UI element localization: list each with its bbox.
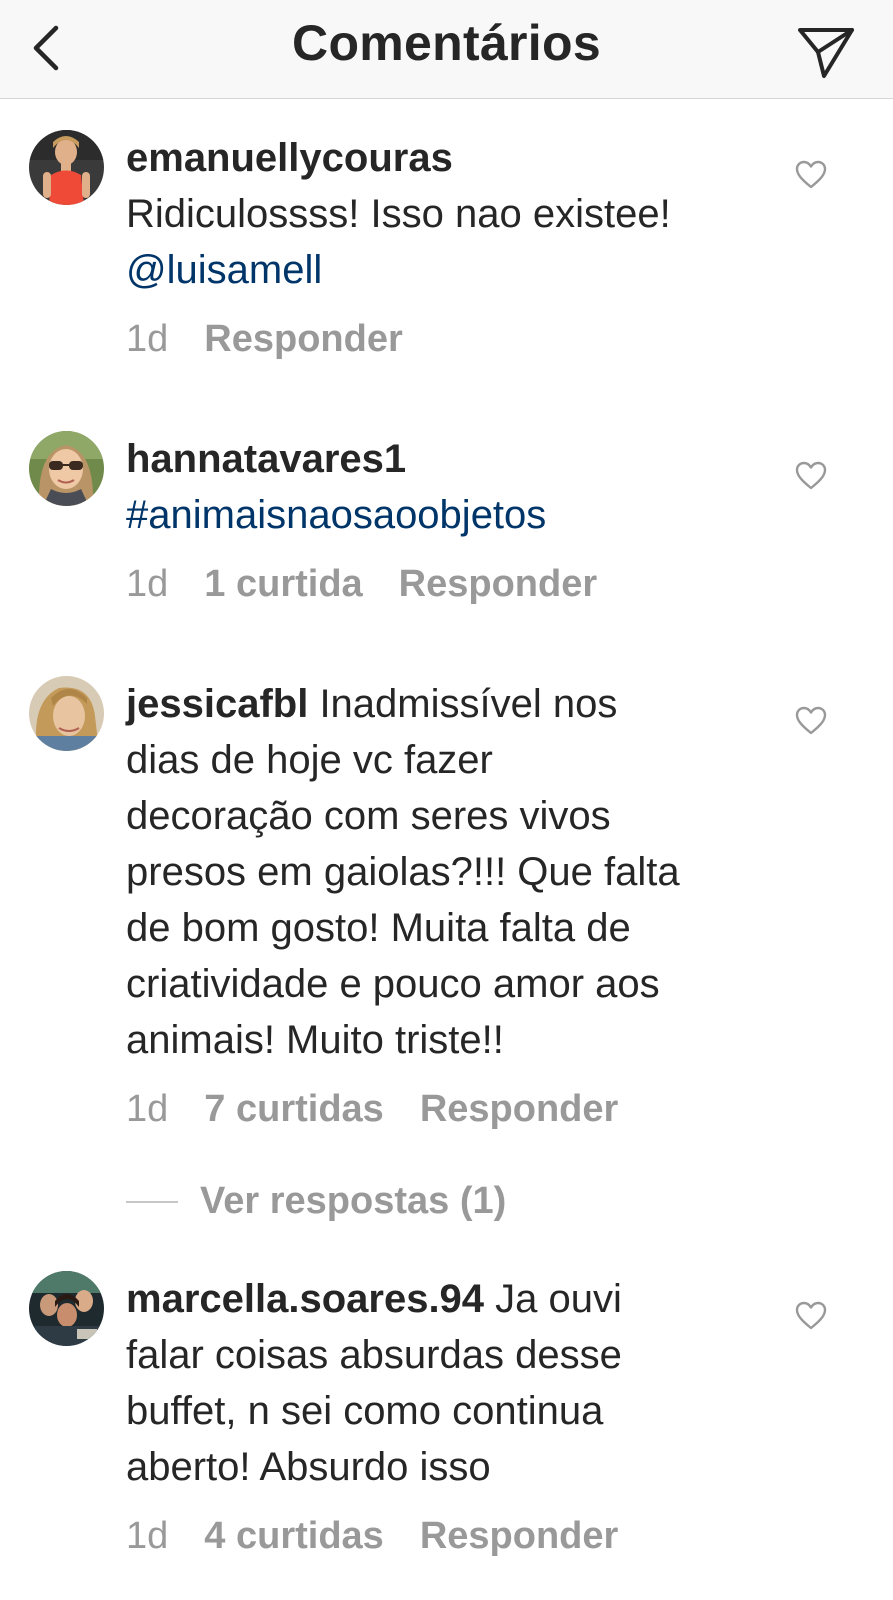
comment-text: jessicafbl Inadmissível nos dias de hoje… [126, 676, 766, 1068]
comment-body-line: Ja ouvi [484, 1277, 622, 1321]
heart-icon [795, 160, 827, 189]
hashtag-link[interactable]: #animaisnaosaoobjetos [126, 493, 546, 537]
comment-body-line: buffet, n sei como continua [126, 1389, 604, 1433]
heart-icon [795, 706, 827, 735]
comment-text: hannatavares1 #animaisnaosaoobjetos [126, 431, 766, 543]
avatar[interactable] [29, 1271, 104, 1346]
comment-body-line: presos em gaiolas?!!! Que falta [126, 850, 680, 894]
heart-icon [795, 461, 827, 490]
like-button[interactable] [795, 461, 827, 491]
reply-button[interactable]: Responder [399, 563, 597, 605]
comment-username[interactable]: emanuellycouras [126, 136, 453, 180]
like-button[interactable] [795, 706, 827, 736]
comment-username[interactable]: hannatavares1 [126, 437, 406, 481]
comment-meta: 1d 1 curtida Responder [126, 562, 633, 606]
comment-body-line: dias de hoje vc fazer [126, 738, 493, 782]
comment-meta: 1d Responder [126, 317, 439, 361]
comment-text: emanuellycouras Ridiculossss! Isso nao e… [126, 130, 766, 298]
likes-count[interactable]: 1 curtida [204, 563, 362, 605]
header-bar: Comentários [0, 0, 893, 99]
comment-meta: 1d 4 curtidas Responder [126, 1514, 654, 1558]
comment-time: 1d [126, 563, 169, 605]
replies-divider [126, 1200, 178, 1203]
comment-time: 1d [126, 1515, 169, 1557]
comment-body-line: animais! Muito triste!! [126, 1018, 504, 1062]
share-button[interactable] [794, 18, 858, 82]
likes-count[interactable]: 7 curtidas [204, 1088, 384, 1130]
avatar[interactable] [29, 130, 104, 205]
comment-body-line: de bom gosto! Muita falta de [126, 906, 631, 950]
reply-button[interactable]: Responder [420, 1515, 618, 1557]
comment-body-line: decoração com seres vivos [126, 794, 611, 838]
comment-body-line: aberto! Absurdo isso [126, 1445, 491, 1489]
comment-meta: 1d 7 curtidas Responder [126, 1087, 654, 1131]
comment-body-line: Inadmissível nos [308, 682, 618, 726]
comment-username[interactable]: marcella.soares.94 [126, 1277, 484, 1321]
mention-link[interactable]: @luisamell [126, 248, 322, 292]
reply-button[interactable]: Responder [420, 1088, 618, 1130]
comment-username[interactable]: jessicafbl [126, 682, 308, 726]
avatar[interactable] [29, 431, 104, 506]
like-button[interactable] [795, 160, 827, 190]
paper-plane-icon [798, 28, 854, 78]
like-button[interactable] [795, 1301, 827, 1331]
comment-time: 1d [126, 1088, 169, 1130]
comment-text: marcella.soares.94 Ja ouvi falar coisas … [126, 1271, 766, 1495]
comment-body-line: criatividade e pouco amor aos [126, 962, 660, 1006]
comment-time: 1d [126, 318, 169, 360]
page-title: Comentários [292, 15, 601, 71]
view-replies-label: Ver respostas (1) [200, 1180, 507, 1222]
comment-body-line: Ridiculossss! Isso nao existee! [126, 192, 671, 236]
comment-body-line: falar coisas absurdas desse [126, 1333, 622, 1377]
view-replies-button[interactable]: Ver respostas (1) [126, 1180, 506, 1224]
avatar[interactable] [29, 676, 104, 751]
heart-icon [795, 1301, 827, 1330]
likes-count[interactable]: 4 curtidas [204, 1515, 384, 1557]
reply-button[interactable]: Responder [204, 318, 402, 360]
